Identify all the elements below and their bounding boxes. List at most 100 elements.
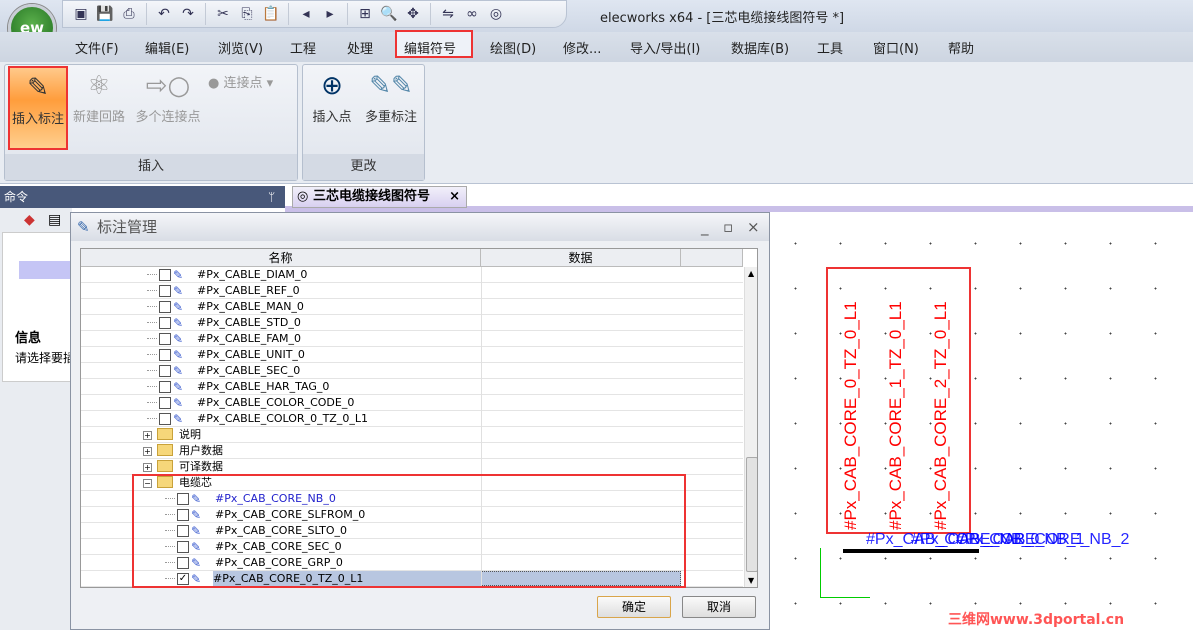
vertical-scrollbar[interactable]: ▲ ▼ <box>744 267 757 587</box>
flip-icon[interactable]: ⇋ <box>438 4 458 24</box>
menu-0[interactable]: 文件(F) <box>75 38 119 57</box>
pin-icon[interactable]: ᛘ <box>268 186 275 208</box>
insert-point-button[interactable]: ⊕ 插入点 <box>306 66 358 125</box>
checkbox[interactable] <box>159 349 171 361</box>
column-divider <box>481 347 482 363</box>
components-tab-icon[interactable]: ◆ <box>24 212 35 228</box>
scroll-thumb[interactable] <box>746 457 757 572</box>
multi-annotation-button[interactable]: ✎✎ 多重标注 <box>360 66 422 125</box>
ok-button[interactable]: 确定 <box>597 596 671 618</box>
close-icon[interactable]: × <box>747 213 760 241</box>
tree-row[interactable]: ✎ #Px_CABLE_FAM_0 <box>81 331 743 347</box>
tree-line <box>147 418 157 419</box>
checkbox[interactable] <box>159 413 171 425</box>
menu-1[interactable]: 编辑(E) <box>145 38 189 57</box>
menu-10[interactable]: 工具 <box>817 38 843 57</box>
checkbox[interactable] <box>159 381 171 393</box>
close-tab-icon[interactable]: × <box>449 187 460 207</box>
tree-row[interactable]: + 可译数据 <box>81 459 743 475</box>
menu-12[interactable]: 帮助 <box>948 38 974 57</box>
checkbox[interactable] <box>159 397 171 409</box>
folder-icon <box>157 428 173 440</box>
print-icon[interactable]: ⎙ <box>119 4 139 24</box>
prev-icon[interactable]: ◂ <box>296 4 316 24</box>
tree-row[interactable]: ✎ #Px_CABLE_COLOR_0_TZ_0_L1 <box>81 411 743 427</box>
symbol-icon: ◎ <box>297 189 309 204</box>
checkbox[interactable] <box>159 285 171 297</box>
document-tab[interactable]: ◎ 三芯电缆接线图符号 × <box>292 186 467 208</box>
tree-row[interactable]: ✎ #Px_CABLE_COLOR_CODE_0 <box>81 395 743 411</box>
copy-icon[interactable]: ⎘ <box>237 4 257 24</box>
cancel-button[interactable]: 取消 <box>682 596 756 618</box>
menu-3[interactable]: 工程 <box>290 38 316 57</box>
tree-row[interactable]: ✎ #Px_CABLE_STD_0 <box>81 315 743 331</box>
menu-7[interactable]: 修改... <box>563 38 601 57</box>
highlight-box <box>132 474 686 588</box>
column-header-name[interactable]: 名称 <box>81 249 481 267</box>
expand-icon[interactable]: + <box>143 431 152 440</box>
column-header-data[interactable]: 数据 <box>481 249 681 267</box>
menu-9[interactable]: 数据库(B) <box>731 38 789 57</box>
checkbox[interactable] <box>159 333 171 345</box>
next-icon[interactable]: ▸ <box>320 4 340 24</box>
checkbox[interactable] <box>159 365 171 377</box>
tree-row[interactable]: ✎ #Px_CABLE_MAN_0 <box>81 299 743 315</box>
redo-icon[interactable]: ↷ <box>178 4 198 24</box>
menu-5[interactable]: 编辑符号 <box>404 38 456 57</box>
menu-4[interactable]: 处理 <box>347 38 373 57</box>
button-label: 多个连接点 <box>135 110 201 125</box>
folder-label: 可译数据 <box>179 460 223 473</box>
button-label: 多重标注 <box>364 110 417 125</box>
scroll-down-icon[interactable]: ▼ <box>748 576 754 585</box>
menu-2[interactable]: 浏览(V) <box>218 38 263 57</box>
expand-icon[interactable]: + <box>143 463 152 472</box>
column-divider <box>481 427 482 443</box>
pan-icon[interactable]: ✥ <box>403 4 423 24</box>
vertical-label[interactable]: #Px_CAB_CORE_1_TZ_0_L1 <box>886 301 906 530</box>
binoculars-icon[interactable]: ∞ <box>462 4 482 24</box>
core-number-label[interactable]: #Px_CAB_CORE_NB_2 <box>956 531 1129 549</box>
tree-row[interactable]: ✎ #Px_CABLE_UNIT_0 <box>81 347 743 363</box>
checkbox[interactable] <box>159 301 171 313</box>
save-icon[interactable]: 💾 <box>95 4 115 24</box>
tree-row[interactable]: ✎ #Px_CABLE_REF_0 <box>81 283 743 299</box>
connection-point-dropdown[interactable]: ● 连接点 ▾ <box>208 72 292 91</box>
new-icon[interactable]: ▣ <box>71 4 91 24</box>
multi-connection-button[interactable]: ⇨○ 多个连接点 <box>130 66 206 125</box>
tree-line <box>147 322 157 323</box>
tag-pencil-icon: ✎ <box>173 348 184 362</box>
tree-row[interactable]: ✎ #Px_CABLE_SEC_0 <box>81 363 743 379</box>
tree-row[interactable]: + 用户数据 <box>81 443 743 459</box>
tree-row[interactable]: ✎ #Px_CABLE_HAR_TAG_0 <box>81 379 743 395</box>
molecule-icon: ⚛ <box>87 71 111 101</box>
expand-icon[interactable]: + <box>143 447 152 456</box>
vertical-label[interactable]: #Px_CAB_CORE_0_TZ_0_L1 <box>841 301 861 530</box>
menu-11[interactable]: 窗口(N) <box>873 38 919 57</box>
checkbox[interactable] <box>159 269 171 281</box>
menu-8[interactable]: 导入/导出(I) <box>630 38 700 57</box>
insert-annotation-button[interactable]: ✎ 插入标注 <box>8 66 68 150</box>
tree-row[interactable]: + 说明 <box>81 427 743 443</box>
tag-pencil-icon: ✎ <box>173 268 184 282</box>
tree-line <box>147 370 157 371</box>
panel-title: 命令 <box>4 190 29 204</box>
paste-icon[interactable]: 📋 <box>261 4 281 24</box>
maximize-icon[interactable]: ▫ <box>723 213 733 241</box>
layout-tab-icon[interactable]: ▤ <box>48 212 61 228</box>
tag-pencil-icon: ✎ <box>173 316 184 330</box>
scroll-up-icon[interactable]: ▲ <box>748 269 754 278</box>
symbol-icon[interactable]: ◎ <box>486 4 506 24</box>
folder-label: 说明 <box>179 428 201 441</box>
zoom-icon[interactable]: 🔍 <box>379 4 399 24</box>
separator <box>430 3 431 25</box>
vertical-label[interactable]: #Px_CAB_CORE_2_TZ_0_L1 <box>931 301 951 530</box>
checkbox[interactable] <box>159 317 171 329</box>
tree-row[interactable]: ✎ #Px_CABLE_DIAM_0 <box>81 267 743 283</box>
new-circuit-button[interactable]: ⚛ 新建回路 <box>70 66 128 125</box>
menu-6[interactable]: 绘图(D) <box>490 38 536 57</box>
undo-icon[interactable]: ↶ <box>154 4 174 24</box>
tree-line <box>147 290 157 291</box>
zoom-window-icon[interactable]: ⊞ <box>355 4 375 24</box>
cut-icon[interactable]: ✂ <box>213 4 233 24</box>
minimize-icon[interactable]: _ <box>701 213 709 241</box>
